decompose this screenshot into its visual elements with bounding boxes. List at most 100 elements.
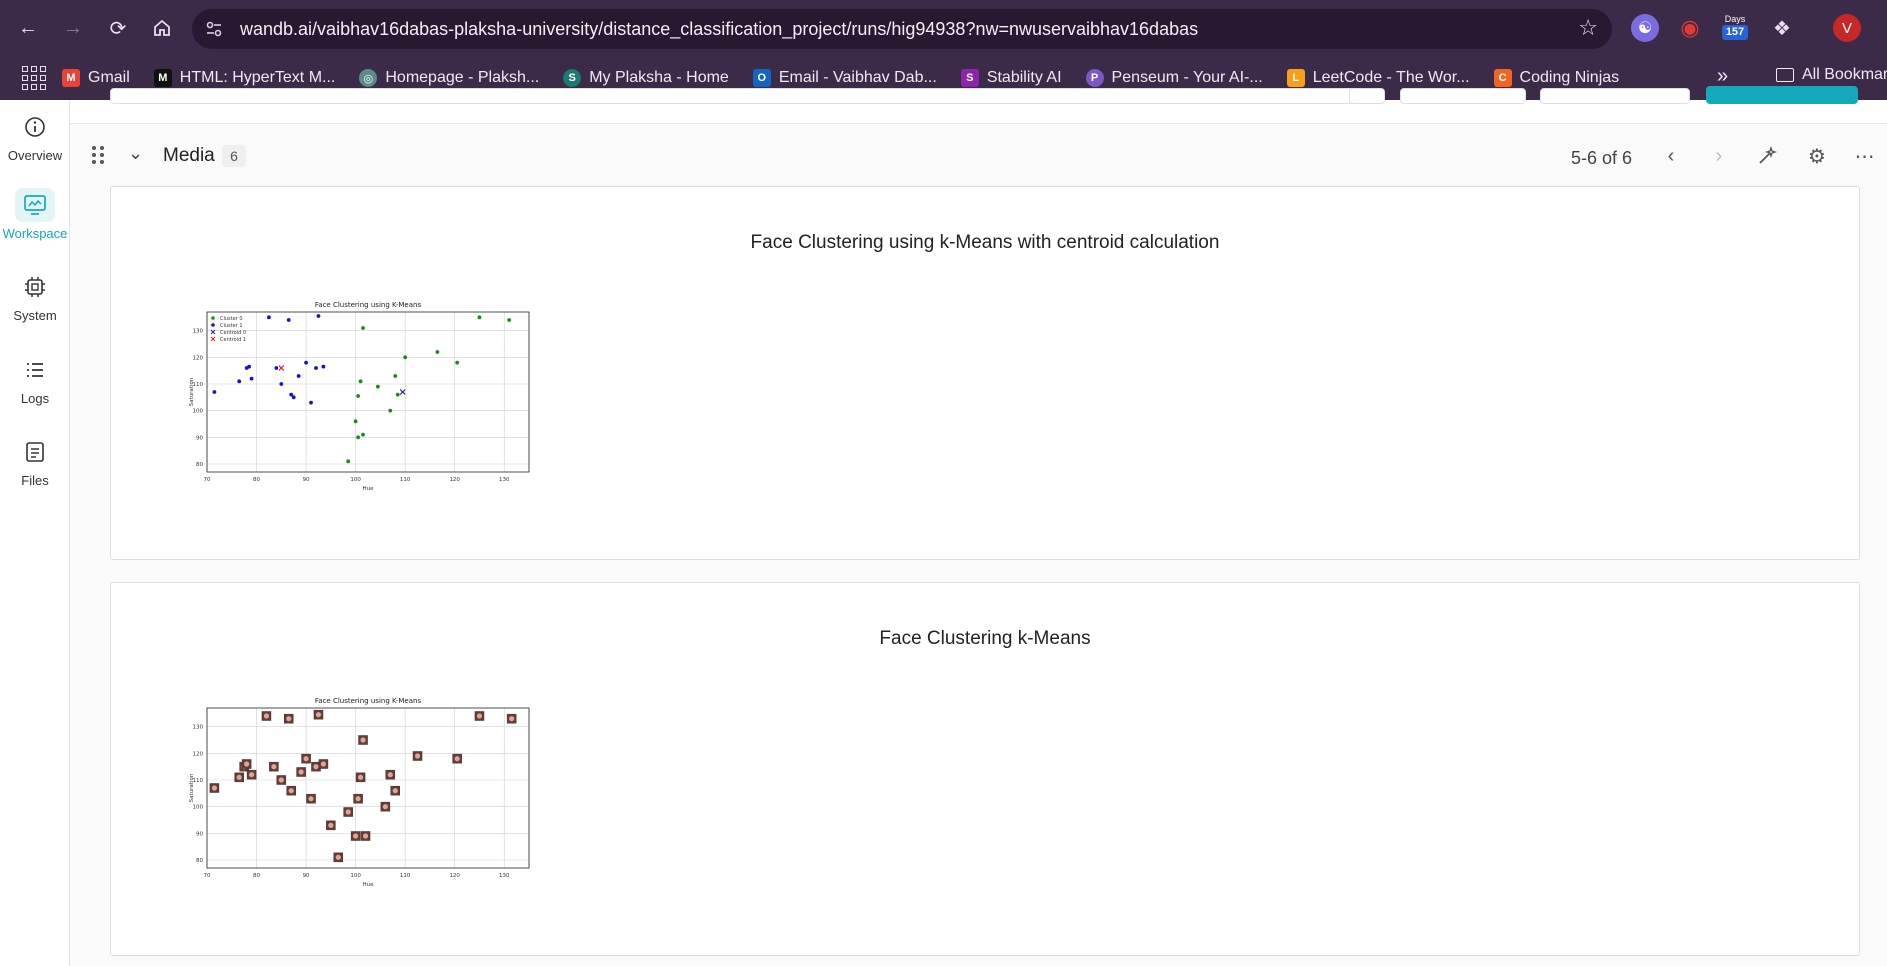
more-options-icon[interactable]: ⋯: [1852, 143, 1878, 169]
face-thumbnail-face: [382, 804, 388, 810]
toolbar-button-edge[interactable]: [1349, 88, 1385, 104]
toolbar-button-edge[interactable]: [1540, 88, 1690, 104]
face-thumbnail-face: [362, 833, 369, 839]
face-thumbnail-face: [286, 716, 292, 722]
panel-title: Face Clustering using k-Means with centr…: [750, 232, 1220, 253]
bookmark-html[interactable]: M HTML: HyperText M...: [153, 69, 335, 87]
bookmark-star-icon[interactable]: ☆: [1578, 15, 1598, 41]
reload-button[interactable]: ⟳: [102, 12, 134, 44]
face-thumbnail-face: [315, 712, 322, 718]
face-thumbnail-face: [271, 764, 277, 770]
home-button[interactable]: [146, 12, 178, 44]
chart-svg: Face Clustering using K-Means 70 80 90 100 11…: [189, 301, 530, 492]
bookmark-plaksha-homepage[interactable]: ◎ Homepage - Plaksh...: [359, 69, 539, 87]
collapse-chevron-icon[interactable]: ⌄: [128, 143, 143, 164]
extensions-puzzle-icon[interactable]: ❖: [1768, 14, 1796, 42]
legend-label: Cluster 1: [220, 323, 243, 329]
magic-wand-icon[interactable]: [1754, 143, 1780, 169]
bookmark-penseum[interactable]: P Penseum - Your AI-...: [1085, 69, 1263, 87]
bookmark-gmail[interactable]: M Gmail: [62, 69, 130, 87]
media-panel-faces[interactable]: Face Clustering k-Means Face Clustering …: [110, 582, 1860, 956]
site-settings-icon[interactable]: [196, 11, 232, 47]
extension-icon[interactable]: ☯: [1631, 14, 1659, 42]
primary-action-button-edge[interactable]: [1706, 86, 1858, 104]
x-tick-label: 90: [303, 873, 310, 879]
settings-gear-icon[interactable]: ⚙: [1804, 143, 1830, 169]
face-thumbnail-face: [303, 756, 309, 762]
sidebar-item-overview[interactable]: Overview: [0, 110, 70, 163]
more-bookmarks-chevron-icon[interactable]: »: [1717, 65, 1728, 88]
legend-marker: [211, 316, 215, 320]
search-field-edge[interactable]: [110, 88, 1380, 104]
toolbar-button-edge[interactable]: [1400, 88, 1526, 104]
drag-handle-icon[interactable]: [92, 146, 106, 164]
face-thumbnail-face: [355, 796, 361, 802]
penseum-icon: P: [1085, 69, 1104, 87]
leetcode-icon: L: [1286, 69, 1305, 87]
info-icon: [15, 110, 55, 144]
face-thumbnail-face: [387, 772, 393, 778]
y-tick-label: 120: [193, 751, 204, 757]
y-tick-label: 130: [193, 725, 204, 731]
sidebar-item-label: Files: [21, 473, 49, 488]
x-tick-label: 100: [350, 477, 361, 483]
centroid-marker: [399, 389, 406, 395]
face-thumbnail-face: [320, 761, 327, 767]
sidebar-item-workspace[interactable]: Workspace: [0, 188, 70, 241]
bookmark-leetcode[interactable]: L LeetCode - The Wor...: [1286, 69, 1470, 87]
media-section-header: ⌄ Media 6 5-6 of 6 ‹ › ⚙ ⋯: [70, 135, 1887, 175]
face-thumbnail-point: [306, 793, 316, 804]
run-sidebar: Overview Workspace System Logs Files: [0, 100, 70, 966]
face-thumbnail-face: [476, 713, 483, 719]
y-tick-label: 100: [193, 409, 204, 415]
apps-grid-icon[interactable]: [22, 66, 46, 90]
scatter-point: [435, 350, 440, 354]
scatter-point: [477, 315, 482, 320]
face-thumbnail-face: [211, 785, 218, 791]
sidebar-item-files[interactable]: Files: [0, 435, 70, 488]
centroid-marker: [278, 365, 285, 371]
sidebar-item-logs[interactable]: Logs: [0, 353, 70, 406]
media-panel-centroid[interactable]: Face Clustering using k-Means with centr…: [110, 186, 1860, 560]
back-button[interactable]: ←: [12, 12, 44, 44]
bookmark-email[interactable]: O Email - Vaibhav Dab...: [752, 69, 937, 87]
days-counter-extension[interactable]: Days 157: [1722, 13, 1748, 45]
scatter-plot-faces[interactable]: Face Clustering using K-Means 70 80 90 100 11…: [159, 678, 579, 908]
url-text[interactable]: wandb.ai/vaibhav16dabas-plaksha-universi…: [240, 19, 1198, 40]
sidebar-item-system[interactable]: System: [0, 270, 70, 323]
workspace-main: ⌄ Media 6 5-6 of 6 ‹ › ⚙ ⋯ Face Clusteri…: [70, 86, 1887, 966]
all-bookmarks-label: All Bookmar: [1802, 66, 1887, 83]
face-thumbnail-point: [353, 793, 363, 804]
face-thumbnail-face: [360, 737, 366, 743]
scatter-point: [376, 384, 380, 389]
scatter-plot-centroid[interactable]: Face Clustering using K-Means 70 80 90 100 11…: [159, 282, 579, 512]
sidebar-item-label: Overview: [7, 148, 63, 163]
profile-avatar[interactable]: V: [1833, 14, 1861, 42]
chip-icon: [15, 270, 55, 304]
bookmark-stability-ai[interactable]: S Stability AI: [960, 69, 1062, 87]
sidebar-item-label: System: [13, 308, 57, 323]
section-count-badge: 6: [222, 145, 246, 167]
section-title[interactable]: Media: [163, 145, 215, 167]
address-bar[interactable]: wandb.ai/vaibhav16dabas-plaksha-universi…: [192, 9, 1612, 49]
prev-page-button[interactable]: ‹: [1658, 143, 1684, 169]
face-thumbnail-face: [244, 761, 250, 767]
face-thumbnail-face: [263, 713, 270, 719]
x-tick-label: 130: [499, 873, 510, 879]
record-extension-icon[interactable]: ◉: [1676, 14, 1704, 42]
all-bookmarks-folder[interactable]: All Bookmar: [1776, 66, 1887, 84]
scatter-point: [267, 315, 271, 320]
scatter-point: [212, 390, 217, 394]
plot-frame: [206, 707, 530, 869]
forward-button[interactable]: →: [57, 12, 89, 44]
face-thumbnail-point: [326, 820, 336, 831]
face-thumbnail-point: [452, 753, 462, 764]
bookmark-my-plaksha[interactable]: S My Plaksha - Home: [563, 69, 729, 87]
scatter-point: [353, 419, 358, 424]
workspace-icon: [15, 188, 55, 222]
scatter-point: [314, 366, 318, 370]
bookmark-coding-ninjas[interactable]: C Coding Ninjas: [1493, 69, 1619, 87]
y-tick-label: 120: [193, 355, 204, 361]
face-thumbnail-face: [248, 772, 255, 778]
next-page-button[interactable]: ›: [1706, 143, 1732, 169]
